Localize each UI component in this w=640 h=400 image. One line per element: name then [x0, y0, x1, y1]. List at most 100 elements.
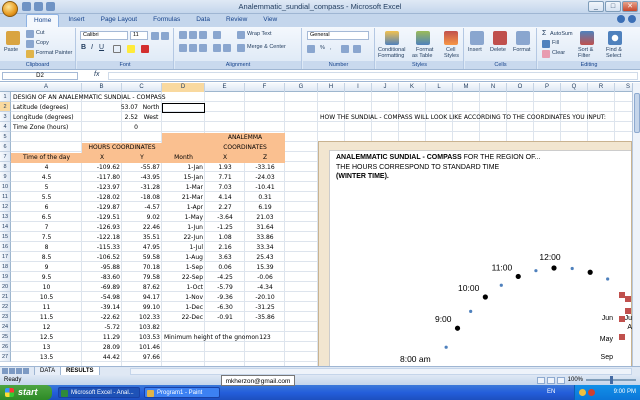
hours-y-cell[interactable]: 103.82 — [122, 323, 162, 333]
insert-cells-button[interactable]: Insert — [468, 47, 482, 53]
latitude-direction[interactable]: North — [140, 103, 162, 113]
hours-y-cell[interactable]: -4.57 — [122, 203, 162, 213]
autosum-button[interactable]: AutoSum — [550, 31, 573, 37]
analemma-col-z[interactable]: Z — [245, 153, 285, 163]
tab-data[interactable]: Data — [189, 14, 217, 27]
hours-time-cell[interactable]: 9 — [11, 263, 82, 273]
hours-x-cell[interactable]: -109.62 — [82, 163, 122, 173]
wrap-text-icon[interactable] — [237, 31, 245, 39]
hours-x-cell[interactable]: -126.93 — [82, 223, 122, 233]
column-header[interactable]: L — [426, 83, 453, 92]
currency-icon[interactable] — [307, 45, 315, 53]
increase-decimal-icon[interactable] — [341, 45, 349, 53]
row-header[interactable]: 10 — [0, 182, 11, 192]
format-cells-icon[interactable] — [516, 31, 530, 45]
cut-icon[interactable] — [26, 30, 34, 38]
decrease-indent-icon[interactable] — [213, 44, 221, 52]
row-header[interactable]: 25 — [0, 332, 11, 342]
row-header[interactable]: 11 — [0, 192, 11, 202]
format-as-table-icon[interactable] — [416, 31, 430, 45]
autosum-icon[interactable]: Σ — [542, 30, 546, 37]
hours-x-cell[interactable]: -54.98 — [82, 293, 122, 303]
font-name-select[interactable]: Calibri — [80, 31, 128, 40]
tray-icon-2[interactable] — [588, 389, 595, 396]
font-color-icon[interactable] — [141, 45, 149, 53]
hours-x-cell[interactable]: 11.29 — [82, 333, 122, 343]
first-sheet-icon[interactable] — [2, 368, 8, 374]
hours-time-cell[interactable]: 8.5 — [11, 253, 82, 263]
hours-time-cell[interactable]: 4 — [11, 163, 82, 173]
zoom-level[interactable]: 100% — [568, 375, 583, 385]
minimize-button[interactable]: _ — [588, 1, 604, 12]
align-center-icon[interactable] — [189, 44, 197, 52]
hours-x-cell[interactable]: -95.88 — [82, 263, 122, 273]
zoom-slider[interactable] — [586, 376, 636, 384]
prev-sheet-icon[interactable] — [9, 368, 15, 374]
column-header[interactable]: F — [245, 83, 285, 92]
hours-time-cell[interactable]: 7.5 — [11, 233, 82, 243]
latitude-value[interactable]: 53.07 — [82, 103, 140, 113]
row-header[interactable]: 16 — [0, 242, 11, 252]
column-header[interactable]: O — [507, 83, 534, 92]
hours-y-cell[interactable]: 103.53 — [122, 333, 162, 343]
insert-cells-icon[interactable] — [470, 31, 484, 45]
column-header[interactable]: G — [285, 83, 318, 92]
name-box[interactable]: D2 — [2, 72, 78, 80]
row-header[interactable]: 23 — [0, 312, 11, 322]
hours-y-cell[interactable]: -18.08 — [122, 193, 162, 203]
row-header[interactable]: 6 — [0, 142, 11, 152]
help-icon[interactable] — [617, 15, 625, 23]
row-header[interactable]: 19 — [0, 272, 11, 282]
format-cells-button[interactable]: Format — [513, 47, 530, 53]
hours-x-cell[interactable]: -39.14 — [82, 303, 122, 313]
column-header[interactable]: Q — [561, 83, 588, 92]
analemma-header-2[interactable]: COORDINATES — [205, 143, 285, 153]
column-header[interactable]: D — [162, 83, 205, 92]
shrink-font-icon[interactable] — [161, 32, 169, 40]
hours-y-cell[interactable]: 94.17 — [122, 293, 162, 303]
hours-y-cell[interactable]: 22.46 — [122, 223, 162, 233]
analemma-x-cell[interactable]: 2.27 — [205, 203, 245, 213]
format-painter-icon[interactable] — [26, 50, 34, 58]
align-middle-icon[interactable] — [189, 31, 197, 39]
row-header[interactable]: 18 — [0, 262, 11, 272]
hours-y-cell[interactable]: 70.18 — [122, 263, 162, 273]
row-header[interactable]: 9 — [0, 172, 11, 182]
hours-time-cell[interactable]: 7 — [11, 223, 82, 233]
column-header[interactable]: R — [588, 83, 615, 92]
row-header[interactable]: 3 — [0, 112, 11, 122]
hours-x-cell[interactable]: -129.51 — [82, 213, 122, 223]
page-layout-view-icon[interactable] — [546, 376, 555, 384]
hours-y-cell[interactable]: 87.62 — [122, 283, 162, 293]
zoom-slider-knob[interactable] — [610, 376, 613, 384]
cut-button[interactable]: Cut — [36, 30, 45, 36]
hours-x-cell[interactable]: -83.60 — [82, 273, 122, 283]
row-header[interactable]: 8 — [0, 162, 11, 172]
clear-button[interactable]: Clear — [552, 50, 565, 56]
hours-time-cell[interactable]: 9.5 — [11, 273, 82, 283]
row-header[interactable]: 27 — [0, 352, 11, 362]
hours-x-cell[interactable]: -22.62 — [82, 313, 122, 323]
analemma-x-cell[interactable]: -5.79 — [205, 283, 245, 293]
copy-button[interactable]: Copy — [36, 40, 49, 46]
analemma-z-cell[interactable]: -35.86 — [245, 313, 285, 323]
hours-time-cell[interactable]: 13.5 — [11, 353, 82, 363]
number-format-select[interactable]: General — [307, 31, 369, 40]
hours-time-cell[interactable]: 11.5 — [11, 313, 82, 323]
row-header[interactable]: 22 — [0, 302, 11, 312]
formula-input[interactable] — [108, 72, 638, 80]
hours-x-cell[interactable]: -128.02 — [82, 193, 122, 203]
hours-time-cell[interactable]: 13 — [11, 343, 82, 353]
analemma-z-cell[interactable]: -10.41 — [245, 183, 285, 193]
hours-y-cell[interactable]: -55.87 — [122, 163, 162, 173]
comma-button[interactable]: , — [330, 45, 332, 51]
analemma-z-cell[interactable]: 6.19 — [245, 203, 285, 213]
hours-time-cell[interactable]: 6.5 — [11, 213, 82, 223]
tab-view[interactable]: View — [256, 14, 284, 27]
hours-col-time[interactable]: Time of the day — [11, 153, 82, 163]
hours-x-cell[interactable]: -69.89 — [82, 283, 122, 293]
ribbon-min-icon[interactable] — [628, 15, 636, 23]
hours-y-cell[interactable]: 35.51 — [122, 233, 162, 243]
align-bottom-icon[interactable] — [199, 31, 207, 39]
grow-font-icon[interactable] — [151, 32, 159, 40]
